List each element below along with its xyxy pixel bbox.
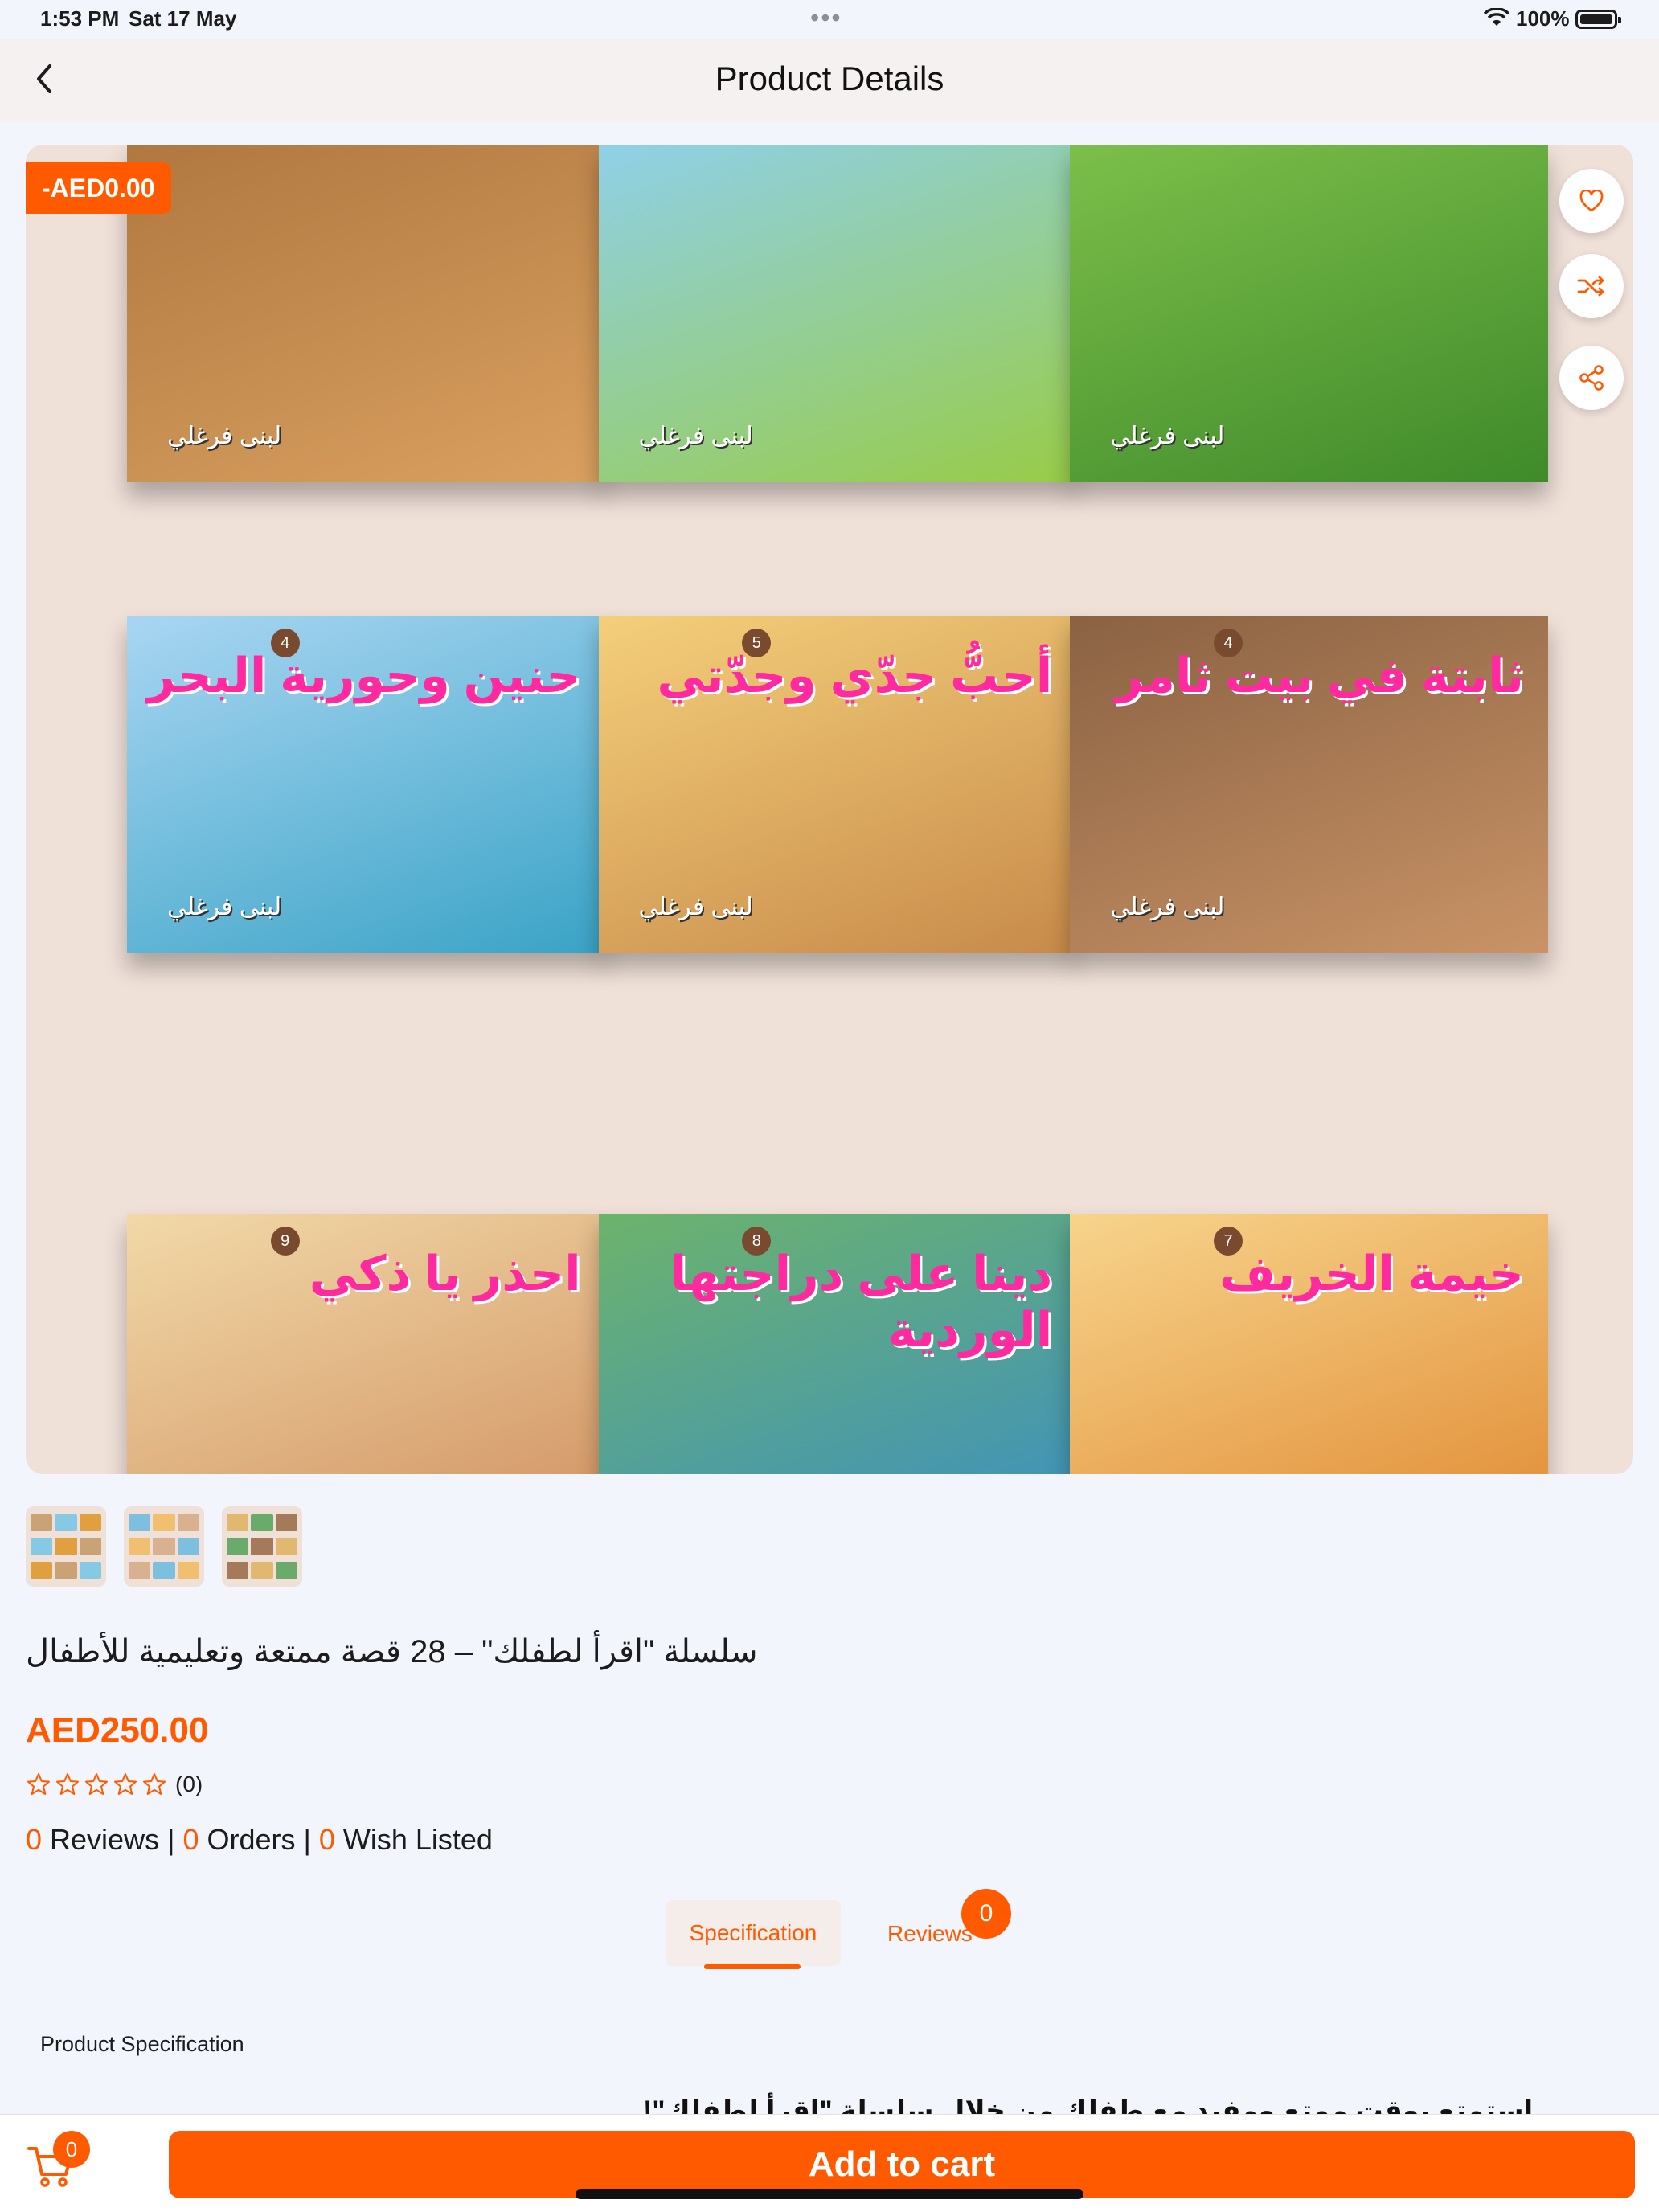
thumbnail[interactable] <box>26 1506 106 1587</box>
book-number: 9 <box>270 1227 300 1256</box>
star-rating: (0) <box>26 1772 203 1797</box>
book-cover: لبنى فرغلي <box>598 145 1077 482</box>
orders-count: 0 <box>182 1823 199 1856</box>
product-stats: 0 Reviews | 0 Orders | 0 Wish Listed <box>26 1823 493 1857</box>
cover-row: 4 حنين وحورية البحر لبنى فرغلي 5 أحبُّ جدّي … <box>127 616 1549 953</box>
star-outline-icon <box>114 1773 137 1795</box>
specification-heading: Product Specification <box>40 2032 244 2056</box>
tab-active-indicator <box>704 1964 801 1969</box>
cart-count-badge: 0 <box>53 2131 90 2168</box>
book-cover: 4 حنين وحورية البحر لبنى فرغلي <box>127 616 605 953</box>
specification-text: استمتع بوقت ممتع ومفيد مع طفلك من خلال س… <box>643 2095 1534 2116</box>
book-author: لبنى فرغلي <box>1110 423 1225 449</box>
book-title: خيمة الخريف <box>1219 1247 1525 1301</box>
book-cover: 8 دينا على دراجتها الوردية <box>598 1214 1077 1474</box>
shuffle-icon <box>1577 276 1604 297</box>
discount-badge: -AED0.00 <box>26 162 171 214</box>
heart-icon <box>1579 190 1604 212</box>
product-title: سلسلة "اقرأ لطفلك" – 28 قصة ممتعة وتعليم… <box>26 1634 758 1669</box>
book-author: لبنى فرغلي <box>1110 894 1225 920</box>
page-title: Product Details <box>715 59 944 97</box>
orders-label: Orders | <box>199 1823 319 1856</box>
wishlist-label: Wish Listed <box>334 1823 493 1856</box>
book-cover: 4 ثابتة في بيت ثامر لبنى فرغلي <box>1070 616 1549 953</box>
share-button[interactable] <box>1559 346 1624 410</box>
book-title: احذر يا ذكي <box>309 1247 581 1301</box>
book-title: دينا على دراجتها الوردية <box>670 1247 1053 1357</box>
cover-row: لبنى فرغلي لبنى فرغلي لبنى فرغلي <box>127 145 1549 482</box>
book-author: لبنى فرغلي <box>638 423 753 449</box>
home-indicator <box>576 2189 1083 2199</box>
book-title: حنين وحورية البحر <box>147 649 581 703</box>
book-cover: 7 خيمة الخريف <box>1070 1214 1549 1474</box>
star-outline-icon <box>56 1773 79 1795</box>
multitasking-dots-icon[interactable]: ••• <box>810 3 842 33</box>
wishlist-count: 0 <box>318 1823 335 1856</box>
book-author: لبنى فرغلي <box>638 894 753 920</box>
book-author: لبنى فرغلي <box>167 894 282 920</box>
add-to-cart-button[interactable]: Add to cart <box>169 2131 1635 2198</box>
star-outline-icon <box>27 1773 50 1795</box>
product-price: AED250.00 <box>26 1710 209 1750</box>
battery-icon <box>1575 10 1621 29</box>
book-cover: 9 احذر يا ذكي <box>127 1214 605 1474</box>
compare-button[interactable] <box>1559 254 1624 318</box>
star-outline-icon <box>85 1773 108 1795</box>
status-date: Sat 17 May <box>129 6 237 31</box>
wifi-icon <box>1484 8 1509 26</box>
share-icon <box>1579 365 1604 391</box>
reviews-count: 0 <box>26 1823 43 1856</box>
book-cover: 5 أحبُّ جدّي وجدّتي لبنى فرغلي <box>598 616 1077 953</box>
cover-row: 9 احذر يا ذكي 8 دينا على دراجتها الوردية 7 خي… <box>127 1214 1549 1474</box>
status-bar: 1:53 PM Sat 17 May ••• 100% <box>0 0 1659 39</box>
book-cover: لبنى فرغلي <box>127 145 605 482</box>
rating-count: (0) <box>175 1772 203 1796</box>
navigation-bar: Product Details <box>0 39 1659 122</box>
reviews-label: Reviews | <box>42 1823 183 1856</box>
book-title: ثابتة في بيت ثامر <box>1115 649 1525 703</box>
battery-percentage: 100% <box>1516 6 1570 31</box>
star-outline-icon <box>143 1773 166 1795</box>
book-cover: لبنى فرغلي <box>1070 145 1549 482</box>
book-title: أحبُّ جدّي وجدّتي <box>657 649 1053 703</box>
reviews-count-badge: 0 <box>961 1889 1011 1939</box>
product-image-carousel[interactable]: لبنى فرغلي لبنى فرغلي لبنى فرغلي 4 حنين وحو… <box>26 145 1633 1474</box>
book-author: لبنى فرغلي <box>167 423 282 449</box>
tab-reviews[interactable]: Reviews <box>887 1921 973 1947</box>
tab-specification[interactable]: Specification <box>666 1900 841 1966</box>
thumbnail[interactable] <box>124 1506 204 1587</box>
status-time: 1:53 PM <box>40 6 120 31</box>
thumbnail[interactable] <box>222 1506 302 1587</box>
wishlist-button[interactable] <box>1559 169 1624 233</box>
image-thumbnails <box>26 1506 302 1587</box>
